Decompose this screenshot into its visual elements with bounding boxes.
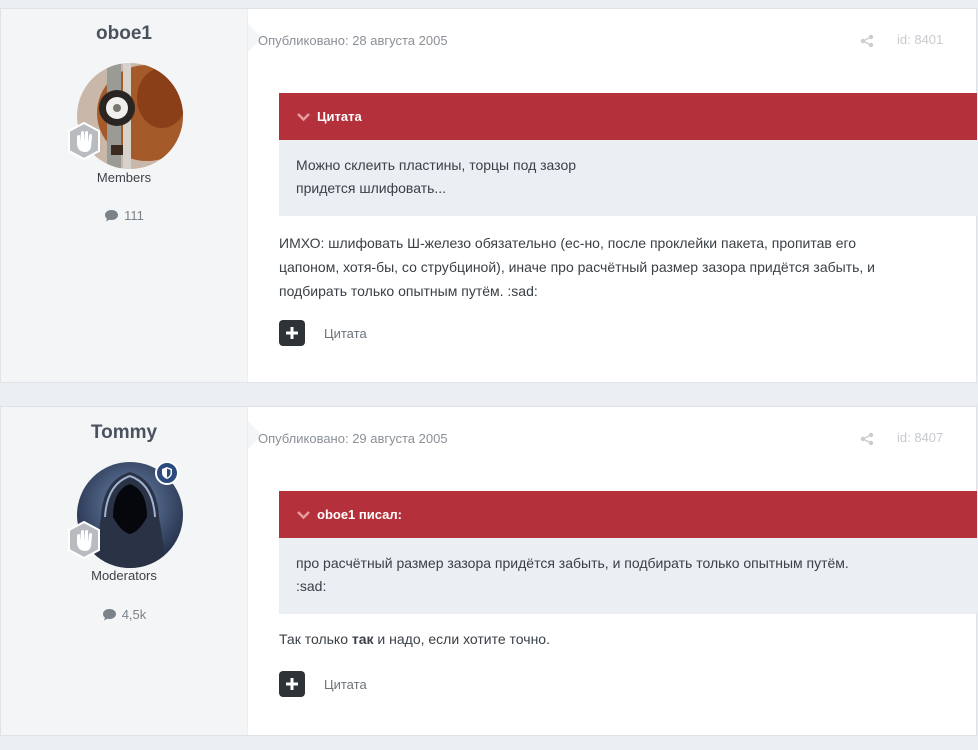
quote-header[interactable]: Цитата: [279, 93, 977, 140]
post-count: 4,5k: [1, 607, 247, 622]
quote-body: Можно склеить пластины, торцы под зазор …: [279, 140, 977, 200]
comment-bubble-icon: [102, 609, 116, 621]
quote-body: про расчётный размер зазора придётся заб…: [279, 538, 977, 598]
author-panel: Tommy Moderators 4,5k: [1, 407, 248, 735]
post-body-line: цапоном, хотя-бы, со струбциной), иначе …: [279, 259, 875, 275]
avatar[interactable]: [68, 461, 183, 568]
post-content: Опубликовано: 29 августа 2005 id: 8407 o…: [248, 407, 978, 735]
post-body-line: подбирать только опытным путём. :sad:: [279, 283, 538, 299]
quote-block: oboe1 писал: про расчётный размер зазора…: [279, 491, 977, 614]
published-date[interactable]: Опубликовано: 29 августа 2005: [258, 431, 448, 446]
avatar[interactable]: [68, 63, 183, 169]
chevron-down-icon[interactable]: [296, 510, 311, 520]
post-count-value: 4,5k: [121, 607, 147, 622]
plus-icon: [286, 327, 298, 339]
quote-line: :sad:: [296, 578, 327, 594]
author-name[interactable]: oboe1: [1, 23, 247, 45]
quote-line: Можно склеить пластины, торцы под зазор: [296, 157, 577, 173]
plus-icon: [286, 678, 298, 690]
post-count: 111: [1, 208, 247, 223]
rank-hand-icon: [68, 520, 100, 560]
quote-action[interactable]: Цитата: [279, 320, 367, 346]
post-body-text: Так только: [279, 631, 352, 647]
share-icon[interactable]: [860, 432, 874, 446]
shield-icon: [162, 467, 172, 479]
quote-action[interactable]: Цитата: [279, 671, 367, 697]
quote-block: Цитата Можно склеить пластины, торцы под…: [279, 93, 977, 216]
quote-button[interactable]: Цитата: [324, 677, 367, 692]
quote-line: про расчётный размер зазора придётся заб…: [296, 555, 849, 571]
quote-line: придется шлифовать...: [296, 180, 447, 196]
chevron-down-icon[interactable]: [296, 112, 311, 122]
quote-button[interactable]: Цитата: [324, 326, 367, 341]
post-body: Так только так и надо, если хотите точно…: [279, 627, 978, 651]
post: Tommy Moderators 4,5k Опубликовано: 29 а…: [0, 406, 977, 736]
share-icon[interactable]: [860, 34, 874, 48]
author-group: Members: [96, 170, 152, 185]
author-group: Moderators: [91, 568, 157, 583]
moderator-badge: [155, 461, 179, 485]
quote-header-label: Цитата: [317, 109, 362, 124]
quote-header-label: oboe1 писал:: [317, 507, 402, 522]
post-id[interactable]: id: 8407: [897, 430, 943, 445]
quote-header[interactable]: oboe1 писал:: [279, 491, 977, 538]
author-panel: oboe1 Members 111: [1, 9, 248, 382]
post-body: ИМХО: шлифовать Ш-железо обязательно (ес…: [279, 231, 978, 303]
post-content: Опубликовано: 28 августа 2005 id: 8401 Ц…: [248, 9, 978, 382]
post-body-bold: так: [351, 631, 374, 647]
multiquote-button[interactable]: [279, 320, 305, 346]
author-name[interactable]: Tommy: [1, 422, 247, 444]
post-body-text: и надо, если хотите точно.: [373, 631, 550, 647]
post: oboe1 Members 111 Опубликовано: 28 авгус…: [0, 8, 977, 383]
comment-bubble-icon: [105, 210, 119, 222]
published-date[interactable]: Опубликовано: 28 августа 2005: [258, 33, 448, 48]
rank-hand-icon: [68, 121, 100, 161]
post-id[interactable]: id: 8401: [897, 32, 943, 47]
multiquote-button[interactable]: [279, 671, 305, 697]
post-body-line: ИМХО: шлифовать Ш-железо обязательно (ес…: [279, 235, 857, 251]
post-count-value: 111: [124, 208, 144, 223]
